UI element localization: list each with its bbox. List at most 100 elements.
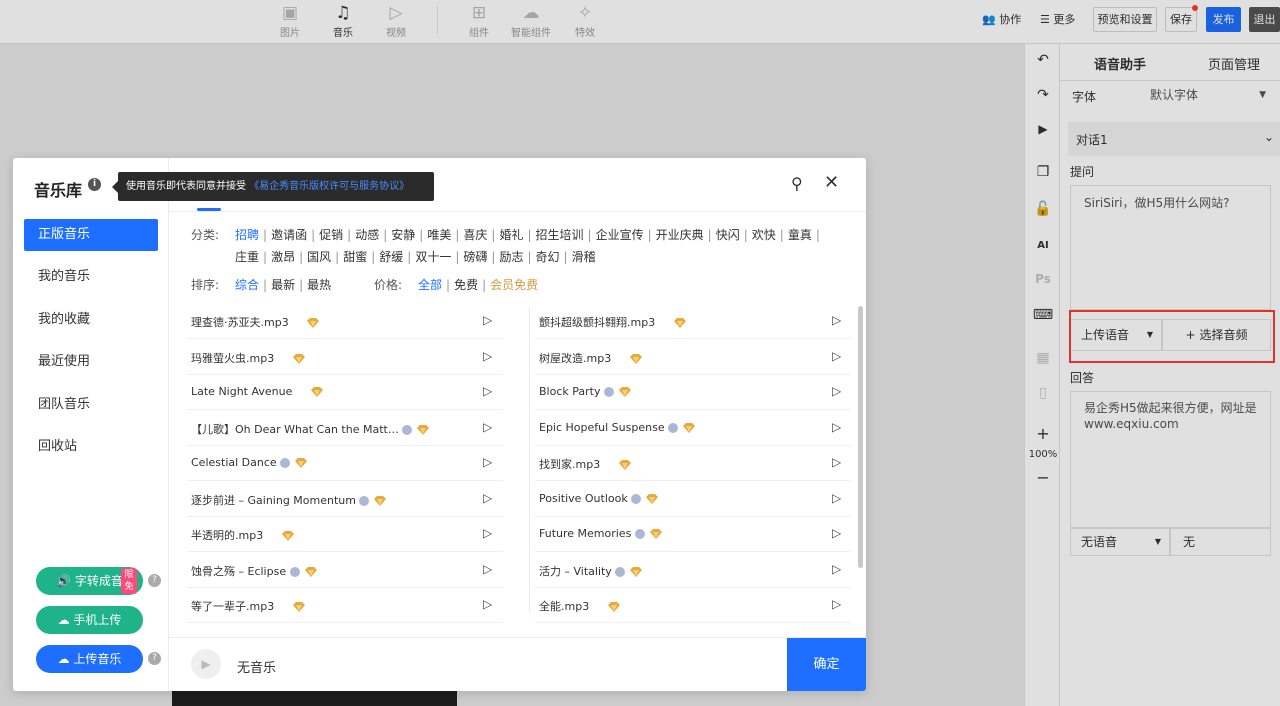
price-option[interactable]: 免费 [454,278,478,292]
category-label: 分类: [191,228,220,242]
category-option[interactable]: 婚礼 [499,228,523,242]
sort-option[interactable]: 综合 [235,278,259,292]
play-icon[interactable]: ▷ [483,313,492,327]
category-option[interactable]: 招聘 [235,228,259,242]
song-row[interactable]: 逐步前进 – Gaining Momentum ▷ [187,482,503,517]
song-item: Positive Outlook [539,492,659,505]
nav-recent[interactable]: 最近使用 [24,346,158,378]
upload-music-label: 上传音乐 [73,652,122,666]
play-icon[interactable]: ▷ [832,349,841,363]
song-row[interactable]: 玛雅萤火虫.mp3 ▷ [187,340,503,375]
separator: | [263,250,268,264]
category-option[interactable]: 滑稽 [572,250,596,264]
category-option[interactable]: 快闪 [716,228,740,242]
song-row[interactable]: 【儿歌】Oh Dear What Can the Matt… ▷ [187,411,503,446]
song-row[interactable]: 理查德·苏亚夫.mp3 ▷ [187,304,503,339]
phone-upload-button[interactable]: ☁ 手机上传 [36,606,143,634]
play-current-icon[interactable]: ▶ [191,649,221,679]
nav-my-music[interactable]: 我的音乐 [24,261,158,293]
category-option[interactable]: 动感 [355,228,379,242]
play-icon[interactable]: ▷ [832,597,841,611]
play-icon[interactable]: ▷ [483,562,492,576]
song-item: 等了一辈子.mp3 [191,598,306,614]
category-option[interactable]: 奇幻 [536,250,560,264]
play-icon[interactable]: ▷ [832,526,841,540]
search-icon[interactable]: ⚲ [791,174,803,193]
category-option[interactable]: 邀请函 [271,228,307,242]
upload-music-button[interactable]: ☁ 上传音乐 [36,645,143,673]
category-row-1: 招聘 | 邀请函 | 促销 | 动感 | 安静 | 唯美 | 喜庆 | 婚礼 | 招生培训 | 企业宣传 | 开业庆典 |… [235,226,824,243]
nav-licensed-music[interactable]: 正版音乐 [24,219,158,251]
sort-option[interactable]: 最新 [271,278,295,292]
song-row[interactable]: Celestial Dance ▷ [187,446,503,481]
play-icon[interactable]: ▷ [483,455,492,469]
separator: | [779,228,784,242]
separator: | [491,250,496,264]
sort-option[interactable]: 最热 [307,278,331,292]
song-row[interactable]: Late Night Avenue ▷ [187,375,503,410]
price-option[interactable]: 全部 [418,278,442,292]
play-icon[interactable]: ▷ [832,455,841,469]
category-option[interactable]: 甜蜜 [343,250,367,264]
category-option[interactable]: 励志 [499,250,523,264]
song-row[interactable]: Epic Hopeful Suspense ▷ [535,411,851,446]
play-icon[interactable]: ▷ [832,491,841,505]
category-option[interactable]: 喜庆 [463,228,487,242]
song-row[interactable]: 活力 – Vitality ▷ [535,553,851,588]
song-row[interactable]: 颤抖超级颤抖翱翔.mp3 ▷ [535,304,851,339]
category-option[interactable]: 激昂 [271,250,295,264]
song-name: Epic Hopeful Suspense [539,420,665,434]
category-option[interactable]: 唯美 [427,228,451,242]
close-icon[interactable]: ✕ [824,172,839,193]
play-icon[interactable]: ▷ [483,420,492,434]
nav-team-music[interactable]: 团队音乐 [24,389,158,421]
category-option[interactable]: 磅礴 [463,250,487,264]
song-name: 等了一辈子.mp3 [191,600,275,613]
current-music: 无音乐 [237,661,277,676]
song-row[interactable]: 等了一辈子.mp3 ▷ [187,588,503,623]
category-option[interactable]: 安静 [391,228,415,242]
price-option[interactable]: 会员免费 [490,278,538,292]
category-option[interactable]: 舒缓 [379,250,403,264]
category-option[interactable]: 庄重 [235,250,259,264]
category-option[interactable]: 欢快 [752,228,776,242]
play-icon[interactable]: ▷ [483,491,492,505]
song-row[interactable]: 全能.mp3 ▷ [535,588,851,623]
separator: | [299,250,304,264]
category-option[interactable]: 企业宣传 [596,228,644,242]
play-icon[interactable]: ▷ [483,526,492,540]
song-item: 玛雅萤火虫.mp3 [191,350,306,366]
help-icon[interactable]: ? [148,652,161,665]
play-icon[interactable]: ▷ [832,562,841,576]
category-option[interactable]: 开业庆典 [656,228,704,242]
play-icon[interactable]: ▷ [483,384,492,398]
play-icon[interactable]: ▷ [483,597,492,611]
scrollbar[interactable] [858,306,863,568]
song-row[interactable]: 蚀骨之殇 – Eclipse ▷ [187,553,503,588]
nav-recycle-bin[interactable]: 回收站 [24,431,158,463]
category-option[interactable]: 国风 [307,250,331,264]
song-row[interactable]: Block Party ▷ [535,375,851,410]
nav-favorites[interactable]: 我的收藏 [24,304,158,336]
category-option[interactable]: 童真 [788,228,812,242]
confirm-button[interactable]: 确定 [787,638,866,691]
song-row[interactable]: Future Memories ▷ [535,517,851,552]
help-icon[interactable]: ? [148,574,161,587]
play-icon[interactable]: ▷ [483,349,492,363]
info-icon[interactable]: i [88,178,101,191]
tts-label: 字转成音 [74,574,123,588]
vip-diamond-icon [294,456,308,469]
play-icon[interactable]: ▷ [832,313,841,327]
category-option[interactable]: 招生培训 [536,228,584,242]
vip-diamond-icon [304,565,318,578]
separator: | [527,250,532,264]
category-option[interactable]: 促销 [319,228,343,242]
song-row[interactable]: Positive Outlook ▷ [535,482,851,517]
license-link[interactable]: 《易企秀音乐版权许可与服务协议》 [249,181,409,192]
song-row[interactable]: 半透明的.mp3 ▷ [187,517,503,552]
category-option[interactable]: 双十一 [415,250,451,264]
play-icon[interactable]: ▷ [832,384,841,398]
song-row[interactable]: 找到家.mp3 ▷ [535,446,851,481]
song-row[interactable]: 树屋改造.mp3 ▷ [535,340,851,375]
play-icon[interactable]: ▷ [832,420,841,434]
